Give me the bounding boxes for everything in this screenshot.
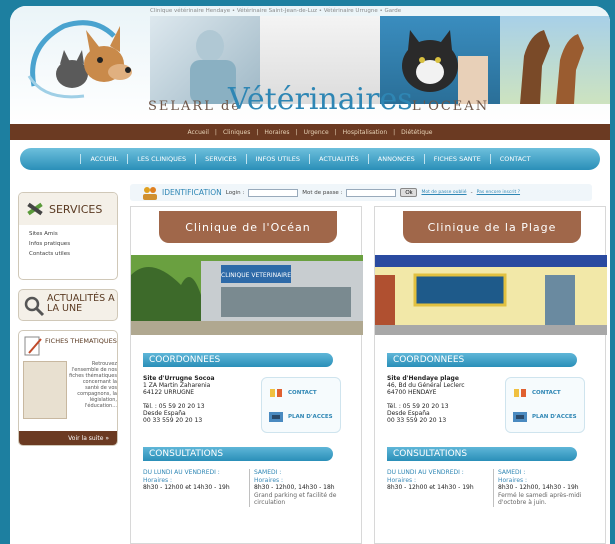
subnav-item[interactable]: Horaires — [264, 129, 289, 136]
phone-spain: 00 33 559 20 20 13 — [387, 417, 447, 424]
site-name: Site d'Urrugne Socoa — [143, 375, 215, 382]
services-box: SERVICES Sites Amis Infos pratiques Cont… — [18, 192, 118, 280]
site-name: Site d'Hendaye plage — [387, 375, 459, 382]
nav-annonces[interactable]: ANNONCES — [369, 154, 425, 164]
actualites-title: ACTUALITÉS A LA UNE — [47, 293, 115, 314]
address-line-2: 64700 HENDAYE — [387, 389, 437, 396]
services-link[interactable]: Infos pratiques — [29, 241, 117, 247]
phone: Tél. : 05 59 20 20 13 — [143, 403, 205, 410]
clinic-title-tab: Clinique de la Plage — [403, 211, 581, 243]
sub-navigation: Accueil | Cliniques | Horaires | Urgence | H… — [10, 124, 610, 140]
weekday-hours: DU LUNDI AU VENDREDI : Horaires : 8h30 -… — [387, 469, 474, 491]
password-input[interactable] — [346, 188, 397, 197]
subnav-item[interactable]: Accueil — [187, 129, 208, 136]
plan-access-button[interactable]: PLAN D'ACCES — [512, 408, 582, 426]
clinic-address: Site d'Hendaye plage 46, Bd du Général L… — [387, 375, 507, 424]
nav-infos-utiles[interactable]: INFOS UTILES — [247, 154, 310, 164]
site-header: Clinique vétérinaire Hendaye • Vétérinai… — [10, 6, 610, 124]
contact-button[interactable]: CONTACT — [268, 384, 338, 402]
clinic-title: Clinique de la Plage — [427, 220, 557, 234]
document-pen-icon — [24, 336, 42, 356]
phone-spain: 00 33 559 20 20 13 — [143, 417, 203, 424]
clinic-actions: CONTACT PLAN D'ACCES — [261, 377, 341, 433]
clinic-card-ocean: Clinique de l'Océan CLINIQUE VETERINAIRE… — [130, 206, 363, 544]
horse-icon — [520, 30, 584, 104]
clinic-photo-sign: CLINIQUE VETERINAIRE — [221, 272, 291, 279]
map-icon — [269, 412, 283, 422]
nav-cliniques[interactable]: LES CLINIQUES — [128, 154, 197, 164]
subnav-item[interactable]: Urgence — [304, 129, 329, 136]
nav-fiches-sante[interactable]: FICHES SANTE — [425, 154, 491, 164]
fiches-title: FICHES THEMATIQUES — [45, 337, 117, 345]
subnav-item[interactable]: Diététique — [401, 129, 432, 136]
address-line-1: 46, Bd du Général Leclerc — [387, 382, 465, 389]
address-line-1: 1 ZA Martin Zaharenia — [143, 382, 211, 389]
services-header[interactable]: SERVICES — [19, 193, 117, 225]
nav-actualites[interactable]: ACTUALITÉS — [310, 154, 369, 164]
clinic-building-icon — [375, 255, 607, 335]
logo-title[interactable]: Vétérinaires — [228, 82, 413, 117]
subnav-item[interactable]: Hospitalisation — [343, 129, 387, 136]
consultations-header: CONSULTATIONS — [387, 447, 577, 461]
tools-icon — [27, 202, 43, 216]
forgot-password-link[interactable]: Mot de passe oublié — [421, 190, 466, 195]
from-spain-label: Desde España — [387, 410, 430, 417]
from-spain-label: Desde España — [143, 410, 186, 417]
subnav-item[interactable]: Cliniques — [223, 129, 250, 136]
contact-button[interactable]: CONTACT — [512, 384, 582, 402]
identification-bar: IDENTIFICATION Login : Mot de passe : Ok… — [130, 184, 592, 201]
coordinates-header: COORDONNEES — [143, 353, 333, 367]
clinic-actions: CONTACT PLAN D'ACCES — [505, 377, 585, 433]
plan-access-button[interactable]: PLAN D'ACCES — [268, 408, 338, 426]
users-icon — [143, 186, 157, 200]
consultations-header: CONSULTATIONS — [143, 447, 333, 461]
page-frame: Clinique vétérinaire Hendaye • Vétérinai… — [10, 6, 610, 544]
services-list: Sites Amis Infos pratiques Contacts util… — [19, 225, 117, 257]
address-line-2: 64122 URRUGNE — [143, 389, 195, 396]
register-link[interactable]: Pas encore inscrit ? — [477, 190, 520, 195]
header-ticker: Clinique vétérinaire Hendaye • Vétérinai… — [150, 8, 402, 14]
password-label: Mot de passe : — [302, 189, 343, 196]
clinic-photo: CLINIQUE VETERINAIRE — [131, 255, 363, 335]
actualites-box[interactable]: ACTUALITÉS A LA UNE — [18, 289, 118, 321]
horse-photo — [500, 16, 610, 104]
services-title: SERVICES — [49, 202, 103, 216]
services-link[interactable]: Contacts utiles — [29, 251, 117, 257]
clinic-photo — [375, 255, 607, 335]
fiches-description: Retrouvez l'ensemble de nos fiches théma… — [69, 361, 117, 409]
nav-accueil[interactable]: ACCUEIL — [80, 154, 129, 164]
services-link[interactable]: Sites Amis — [29, 231, 117, 237]
contact-icon — [514, 389, 526, 397]
dog-cat-logo-icon[interactable] — [24, 16, 144, 106]
saturday-hours: SAMEDI : Horaires : 8h30 - 12h00, 14h30 … — [249, 469, 353, 507]
clinic-title: Clinique de l'Océan — [185, 220, 311, 234]
saturday-hours: SAMEDI : Horaires : 8h30 - 12h00, 14h30 … — [493, 469, 597, 507]
nav-services[interactable]: SERVICES — [196, 154, 247, 164]
map-icon — [513, 412, 527, 422]
coordinates-header: COORDONNEES — [387, 353, 577, 367]
weekday-hours: DU LUNDI AU VENDREDI : Horaires : 8h30 -… — [143, 469, 230, 491]
magnifier-icon — [24, 296, 45, 317]
identification-title: IDENTIFICATION — [162, 188, 222, 197]
logo-suffix: L'OCEAN — [412, 99, 490, 114]
login-label: Login : — [225, 189, 245, 196]
phone: Tél. : 05 59 20 20 13 — [387, 403, 449, 410]
nav-contact[interactable]: CONTACT — [491, 154, 540, 164]
main-navigation: ACCUEIL LES CLINIQUES SERVICES INFOS UTI… — [20, 148, 600, 170]
login-input[interactable] — [248, 188, 299, 197]
clinic-address: Site d'Urrugne Socoa 1 ZA Martin Zaharen… — [143, 375, 263, 424]
clinic-title-tab: Clinique de l'Océan — [159, 211, 337, 243]
clinic-card-plage: Clinique de la Plage COORDONNEES Site d'… — [374, 206, 607, 544]
login-ok-button[interactable]: Ok — [400, 188, 418, 197]
fiches-box: FICHES THEMATIQUES Retrouvez l'ensemble … — [18, 330, 118, 446]
clinic-building-icon: CLINIQUE VETERINAIRE — [131, 255, 363, 335]
fiches-booklet-image — [23, 361, 67, 419]
contact-icon — [270, 389, 282, 397]
fiches-more-link[interactable]: Voir la suite » — [19, 431, 117, 445]
